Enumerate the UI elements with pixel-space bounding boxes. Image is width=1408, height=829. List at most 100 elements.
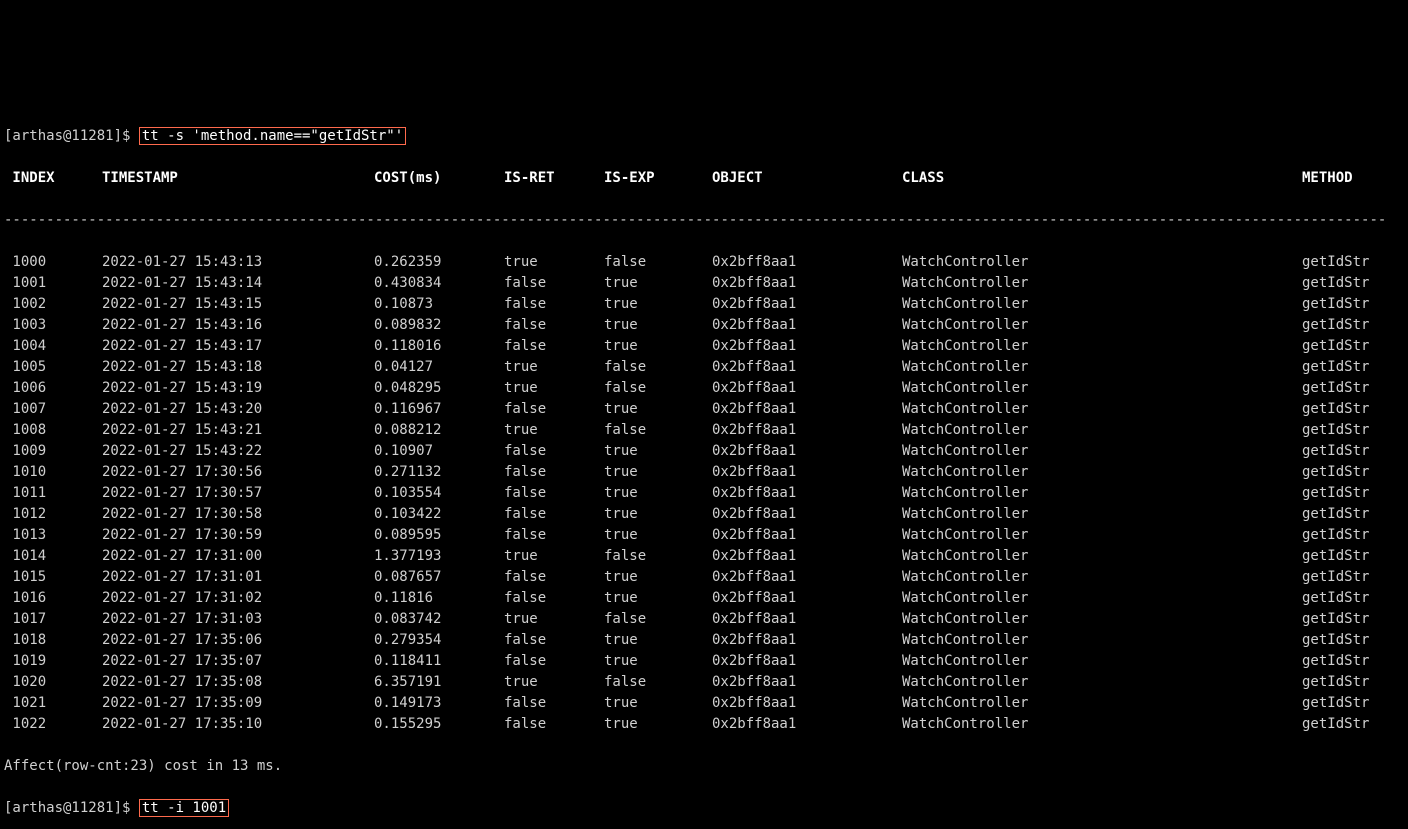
- cell-isexp: true: [604, 483, 712, 504]
- table-row: 10052022-01-27 15:43:180.04127truefalse0…: [4, 357, 1404, 378]
- cell-timestamp: 2022-01-27 15:43:20: [102, 399, 374, 420]
- command-2: tt -i 1001: [139, 799, 229, 817]
- cell-isret: true: [504, 357, 604, 378]
- cell-index: 1012: [4, 504, 102, 525]
- cell-object: 0x2bff8aa1: [712, 588, 902, 609]
- cell-timestamp: 2022-01-27 17:30:58: [102, 504, 374, 525]
- cell-isexp: true: [604, 441, 712, 462]
- cell-timestamp: 2022-01-27 15:43:14: [102, 273, 374, 294]
- table-row: 10032022-01-27 15:43:160.089832falsetrue…: [4, 315, 1404, 336]
- cell-index: 1022: [4, 714, 102, 735]
- prompt-line-1[interactable]: [arthas@11281]$ tt -s 'method.name=="get…: [4, 126, 1404, 147]
- cell-cost: 0.04127: [374, 357, 504, 378]
- cell-isexp: true: [604, 588, 712, 609]
- header-cost: COST(ms): [374, 168, 504, 189]
- cell-isret: true: [504, 252, 604, 273]
- table-row: 10202022-01-27 17:35:086.357191truefalse…: [4, 672, 1404, 693]
- cell-timestamp: 2022-01-27 17:31:01: [102, 567, 374, 588]
- cell-isret: false: [504, 483, 604, 504]
- table-row: 10222022-01-27 17:35:100.155295falsetrue…: [4, 714, 1404, 735]
- cell-cost: 0.103422: [374, 504, 504, 525]
- cell-class: WatchController: [902, 462, 1302, 483]
- cell-isret: false: [504, 651, 604, 672]
- table-row: 10002022-01-27 15:43:130.262359truefalse…: [4, 252, 1404, 273]
- cell-class: WatchController: [902, 609, 1302, 630]
- cell-class: WatchController: [902, 378, 1302, 399]
- cell-isexp: true: [604, 630, 712, 651]
- header-method: METHOD: [1302, 168, 1353, 189]
- cell-isret: false: [504, 504, 604, 525]
- cell-class: WatchController: [902, 672, 1302, 693]
- cell-isret: false: [504, 441, 604, 462]
- cell-index: 1007: [4, 399, 102, 420]
- cell-isexp: true: [604, 525, 712, 546]
- cell-object: 0x2bff8aa1: [712, 609, 902, 630]
- cell-timestamp: 2022-01-27 17:35:07: [102, 651, 374, 672]
- cell-isret: false: [504, 462, 604, 483]
- cell-object: 0x2bff8aa1: [712, 525, 902, 546]
- cell-timestamp: 2022-01-27 15:43:16: [102, 315, 374, 336]
- cell-method: getIdStr: [1302, 399, 1369, 420]
- cell-isret: false: [504, 273, 604, 294]
- cell-cost: 0.048295: [374, 378, 504, 399]
- table-row: 10122022-01-27 17:30:580.103422falsetrue…: [4, 504, 1404, 525]
- cell-class: WatchController: [902, 483, 1302, 504]
- cell-object: 0x2bff8aa1: [712, 630, 902, 651]
- cell-method: getIdStr: [1302, 294, 1369, 315]
- cell-isexp: true: [604, 693, 712, 714]
- cell-object: 0x2bff8aa1: [712, 399, 902, 420]
- cell-cost: 0.083742: [374, 609, 504, 630]
- cell-cost: 0.116967: [374, 399, 504, 420]
- cell-class: WatchController: [902, 357, 1302, 378]
- table-body: 10002022-01-27 15:43:130.262359truefalse…: [4, 252, 1404, 735]
- cell-method: getIdStr: [1302, 336, 1369, 357]
- cell-index: 1006: [4, 378, 102, 399]
- cell-method: getIdStr: [1302, 714, 1369, 735]
- cell-method: getIdStr: [1302, 462, 1369, 483]
- cell-timestamp: 2022-01-27 17:35:10: [102, 714, 374, 735]
- cell-index: 1018: [4, 630, 102, 651]
- cell-isexp: true: [604, 714, 712, 735]
- cell-index: 1014: [4, 546, 102, 567]
- affect-summary: Affect(row-cnt:23) cost in 13 ms.: [4, 756, 1404, 777]
- cell-object: 0x2bff8aa1: [712, 294, 902, 315]
- cell-method: getIdStr: [1302, 441, 1369, 462]
- cell-isexp: false: [604, 546, 712, 567]
- table-row: 10182022-01-27 17:35:060.279354falsetrue…: [4, 630, 1404, 651]
- cell-object: 0x2bff8aa1: [712, 462, 902, 483]
- table-row: 10022022-01-27 15:43:150.10873falsetrue0…: [4, 294, 1404, 315]
- cell-cost: 1.377193: [374, 546, 504, 567]
- cell-method: getIdStr: [1302, 546, 1369, 567]
- cell-method: getIdStr: [1302, 672, 1369, 693]
- cell-method: getIdStr: [1302, 504, 1369, 525]
- cell-cost: 0.262359: [374, 252, 504, 273]
- cell-cost: 0.089832: [374, 315, 504, 336]
- table-row: 10062022-01-27 15:43:190.048295truefalse…: [4, 378, 1404, 399]
- cell-isret: true: [504, 609, 604, 630]
- prompt-prefix: [arthas@11281]$: [4, 128, 139, 144]
- table-row: 10192022-01-27 17:35:070.118411falsetrue…: [4, 651, 1404, 672]
- cell-class: WatchController: [902, 420, 1302, 441]
- cell-object: 0x2bff8aa1: [712, 546, 902, 567]
- cell-class: WatchController: [902, 315, 1302, 336]
- cell-cost: 6.357191: [374, 672, 504, 693]
- cell-cost: 0.118411: [374, 651, 504, 672]
- cell-class: WatchController: [902, 630, 1302, 651]
- header-isexp: IS-EXP: [604, 168, 712, 189]
- cell-timestamp: 2022-01-27 17:31:03: [102, 609, 374, 630]
- cell-timestamp: 2022-01-27 17:35:08: [102, 672, 374, 693]
- cell-isret: true: [504, 546, 604, 567]
- cell-timestamp: 2022-01-27 15:43:13: [102, 252, 374, 273]
- table-row: 10082022-01-27 15:43:210.088212truefalse…: [4, 420, 1404, 441]
- cell-cost: 0.089595: [374, 525, 504, 546]
- prompt-line-2[interactable]: [arthas@11281]$ tt -i 1001: [4, 798, 1404, 819]
- cell-timestamp: 2022-01-27 15:43:22: [102, 441, 374, 462]
- cell-class: WatchController: [902, 693, 1302, 714]
- cell-object: 0x2bff8aa1: [712, 336, 902, 357]
- cell-class: WatchController: [902, 588, 1302, 609]
- cell-isret: true: [504, 420, 604, 441]
- cell-timestamp: 2022-01-27 17:30:56: [102, 462, 374, 483]
- cell-object: 0x2bff8aa1: [712, 273, 902, 294]
- cell-index: 1015: [4, 567, 102, 588]
- cell-cost: 0.10907: [374, 441, 504, 462]
